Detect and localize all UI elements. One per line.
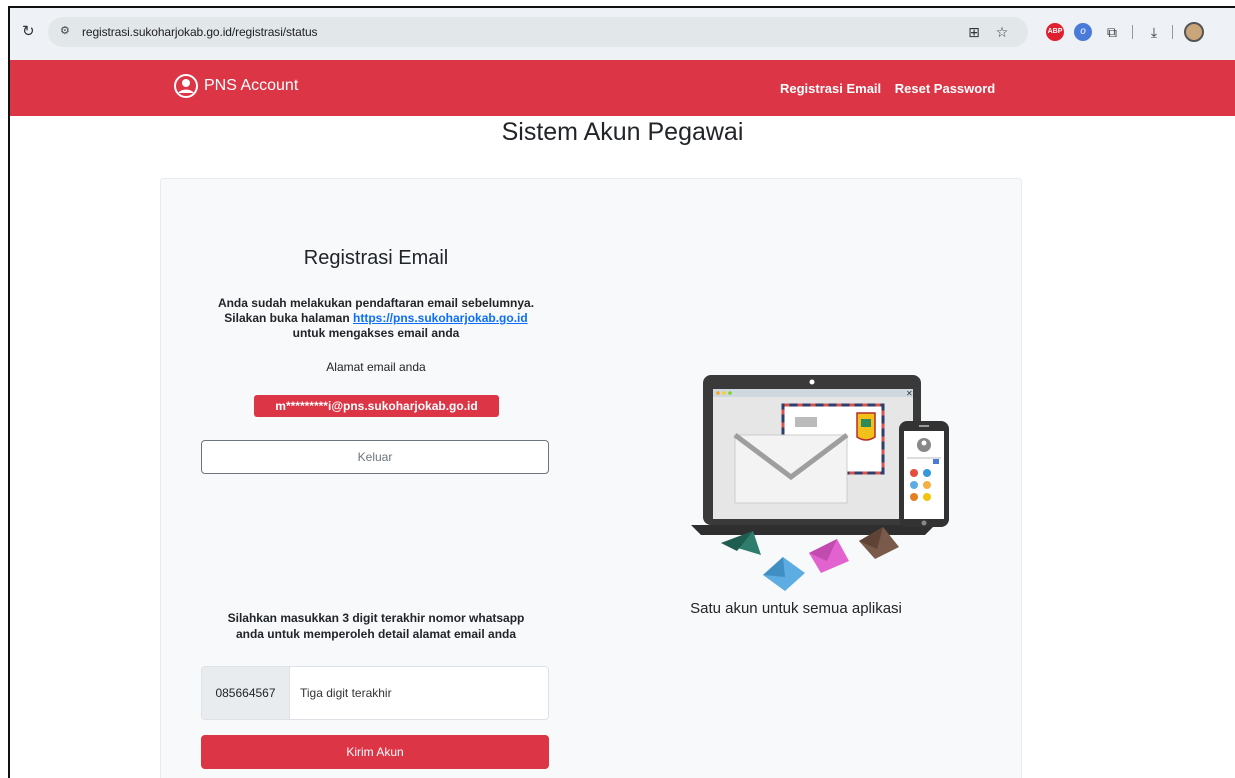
screen-titlebar bbox=[713, 389, 913, 397]
site-info-icon[interactable]: ⚙ bbox=[60, 24, 70, 37]
phone-prefix: 085664567 bbox=[202, 667, 290, 719]
nav-link-registrasi-email[interactable]: Registrasi Email bbox=[780, 81, 881, 96]
last-digits-input[interactable] bbox=[290, 667, 548, 719]
notice-line-3: untuk mengakses email anda bbox=[292, 326, 460, 340]
toolbar-separator bbox=[1132, 25, 1133, 39]
email-devices-illustration: ✕ bbox=[691, 375, 949, 591]
browser-toolbar: ↻ ⚙ registrasi.sukoharjokab.go.id/regist… bbox=[10, 8, 1235, 60]
page-title: Sistem Akun Pegawai bbox=[501, 118, 744, 146]
notice-line-1: Anda sudah melakukan pendaftaran email s… bbox=[217, 296, 535, 310]
logout-button[interactable]: Keluar bbox=[201, 440, 549, 474]
registration-heading: Registrasi Email bbox=[303, 247, 449, 269]
laptop-base bbox=[691, 525, 935, 535]
download-icon[interactable]: ⤓ bbox=[1144, 22, 1164, 42]
registration-notice: Anda sudah melakukan pendaftaran email s… bbox=[201, 296, 551, 341]
laptop-camera bbox=[809, 379, 815, 385]
prompt-line-2: anda untuk memperoleh detail alamat emai… bbox=[235, 627, 517, 641]
url-text[interactable]: registrasi.sukoharjokab.go.id/registrasi… bbox=[82, 25, 318, 39]
brand-link[interactable]: PNS Account bbox=[174, 74, 298, 98]
top-navbar: PNS Account Registrasi Email Reset Passw… bbox=[10, 60, 1235, 116]
extension-orb-icon[interactable]: o bbox=[1074, 23, 1092, 41]
notice-line-2: Silakan buka halaman https://pns.sukohar… bbox=[201, 311, 551, 326]
extensions-puzzle-icon[interactable]: ⧉ bbox=[1102, 22, 1122, 42]
translate-icon[interactable]: ⊞ bbox=[964, 22, 984, 42]
email-badge: m*********i@pns.sukoharjokab.go.id bbox=[254, 395, 499, 417]
bookmark-star-icon[interactable]: ☆ bbox=[992, 22, 1012, 42]
browser-window: ↻ ⚙ registrasi.sukoharjokab.go.id/regist… bbox=[8, 6, 1235, 778]
brand-label: PNS Account bbox=[204, 77, 299, 94]
email-label: Alamat email anda bbox=[326, 360, 426, 374]
address-bar[interactable]: ⚙ registrasi.sukoharjokab.go.id/registra… bbox=[48, 17, 1028, 47]
toolbar-separator bbox=[1172, 25, 1173, 39]
registration-card: Registrasi Email Anda sudah melakukan pe… bbox=[160, 178, 1022, 778]
whatsapp-prompt: Silahkan masukkan 3 digit terakhir nomor… bbox=[201, 610, 551, 642]
submit-account-button[interactable]: Kirim Akun bbox=[201, 735, 549, 769]
screen-close-icon: ✕ bbox=[906, 389, 913, 398]
nav-links: Registrasi Email Reset Password bbox=[780, 81, 1005, 96]
reload-icon[interactable]: ↻ bbox=[22, 22, 35, 40]
illustration-tagline: Satu akun untuk semua aplikasi bbox=[690, 600, 902, 617]
email-portal-link[interactable]: https://pns.sukoharjokab.go.id bbox=[353, 311, 528, 325]
user-circle-icon bbox=[174, 74, 198, 98]
nav-link-reset-password[interactable]: Reset Password bbox=[895, 81, 995, 96]
profile-avatar-icon[interactable] bbox=[1184, 22, 1204, 42]
notice-line-2-prefix: Silakan buka halaman bbox=[224, 311, 354, 325]
adblock-icon[interactable]: ABP bbox=[1046, 23, 1064, 41]
phone-input-group: 085664567 bbox=[201, 666, 549, 720]
prompt-line-1: Silahkan masukkan 3 digit terakhir nomor… bbox=[227, 611, 525, 625]
